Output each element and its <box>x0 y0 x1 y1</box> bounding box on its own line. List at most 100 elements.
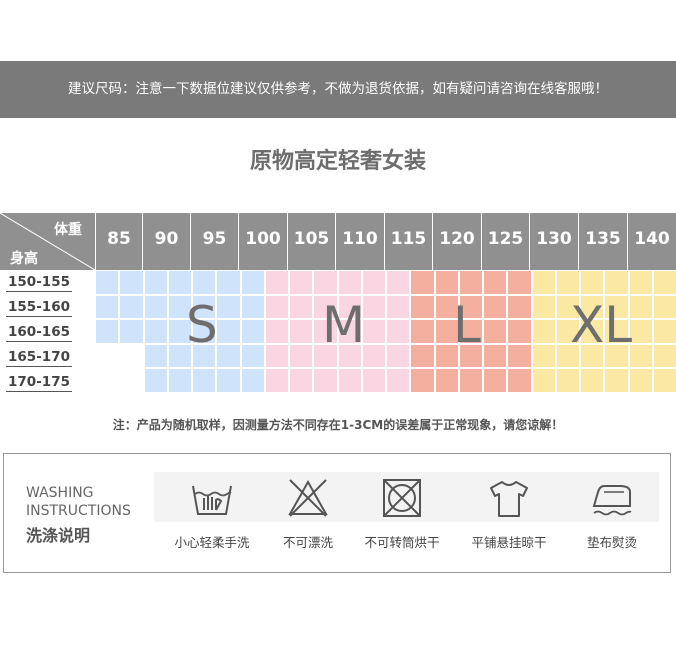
size-cell <box>361 294 386 319</box>
size-cell <box>240 368 265 393</box>
size-cell <box>289 343 314 368</box>
size-cell <box>652 319 676 344</box>
size-cell <box>434 368 459 393</box>
size-cell <box>483 294 508 319</box>
hand-wash-icon <box>192 485 232 515</box>
size-cell <box>216 343 241 368</box>
size-cell <box>313 270 338 295</box>
size-cell <box>143 368 168 393</box>
size-label-s: S <box>186 296 218 354</box>
weight-header-cell: 90 <box>142 213 190 270</box>
size-cell <box>289 294 314 319</box>
size-cell <box>119 294 144 319</box>
size-cell <box>386 270 411 295</box>
size-cell <box>143 294 168 319</box>
size-cell <box>240 319 265 344</box>
size-cell <box>337 368 362 393</box>
size-cell <box>458 368 483 393</box>
size-cell <box>652 368 676 393</box>
size-cell <box>628 319 653 344</box>
size-cell <box>289 368 314 393</box>
size-cell <box>434 270 459 295</box>
size-cell <box>192 270 217 295</box>
wash-label-no-tumble: 不可转筒烘干 <box>364 535 440 550</box>
wash-label-hand: 小心轻柔手洗 <box>174 535 250 550</box>
size-cell <box>361 319 386 344</box>
size-cell <box>192 368 217 393</box>
size-cell <box>337 270 362 295</box>
size-cell <box>483 368 508 393</box>
size-cell <box>628 368 653 393</box>
weight-header-cell: 130 <box>529 213 578 270</box>
height-row-label: 160-165 <box>6 323 72 342</box>
height-row-label: 155-160 <box>6 298 72 317</box>
size-cell <box>531 319 556 344</box>
size-cell <box>361 270 386 295</box>
washing-title-cn: 洗涤说明 <box>26 526 91 545</box>
size-cell <box>580 270 605 295</box>
height-row-label: 150-155 <box>6 273 72 292</box>
no-bleach-icon <box>288 479 328 517</box>
washing-instructions: WASHING INSTRUCTIONS 洗涤说明 小心轻柔手洗 不可漂洗 不可… <box>3 453 671 573</box>
size-cell <box>483 270 508 295</box>
size-cell <box>216 319 241 344</box>
size-cell <box>264 294 289 319</box>
size-cell <box>507 319 532 344</box>
measurement-note: 注：产品为随机取样，因测量方法不同存在1-3CM的误差属于正常现象，请您谅解！ <box>112 418 564 432</box>
size-cell <box>119 270 144 295</box>
size-cell <box>264 343 289 368</box>
size-cell <box>652 294 676 319</box>
weight-header-cell: 135 <box>578 213 627 270</box>
iron-with-cloth-icon <box>592 485 632 516</box>
weight-header-cell: 140 <box>627 213 676 270</box>
height-label: 身高 <box>10 251 38 267</box>
size-cell <box>167 270 192 295</box>
size-cell <box>531 294 556 319</box>
size-cell <box>410 270 435 295</box>
size-cell <box>119 319 144 344</box>
weight-label: 体重 <box>54 222 82 238</box>
size-cell <box>313 368 338 393</box>
weight-header-cell: 105 <box>287 213 335 270</box>
size-cell <box>386 343 411 368</box>
size-cell <box>555 270 580 295</box>
size-cell <box>483 319 508 344</box>
size-cell <box>143 343 168 368</box>
size-cell <box>628 294 653 319</box>
table-corner: 体重 身高 <box>0 213 95 270</box>
size-cell <box>289 270 314 295</box>
size-cell <box>386 368 411 393</box>
size-cell <box>507 294 532 319</box>
size-cell <box>458 270 483 295</box>
size-cell <box>483 343 508 368</box>
size-cell <box>143 319 168 344</box>
size-cell <box>410 294 435 319</box>
size-cell <box>240 343 265 368</box>
weight-header-cell: 95 <box>190 213 238 270</box>
size-cell <box>386 319 411 344</box>
size-cell <box>95 319 120 344</box>
weight-header-cell: 115 <box>384 213 432 270</box>
size-label-xl: XL <box>570 296 633 354</box>
size-cell <box>580 368 605 393</box>
size-cell <box>628 343 653 368</box>
weight-header-cell: 100 <box>238 213 287 270</box>
size-cell <box>604 368 629 393</box>
size-cell <box>507 343 532 368</box>
weight-header-row: 体重 身高 85 90 95 100 105 110 115 120 125 130 135 140 <box>0 213 676 270</box>
size-cell <box>216 368 241 393</box>
height-row-label: 165-170 <box>6 348 72 367</box>
size-cell <box>531 343 556 368</box>
size-cell <box>216 270 241 295</box>
weight-header-cell: 110 <box>335 213 384 270</box>
size-cell <box>143 270 168 295</box>
weight-header-cell: 125 <box>481 213 529 270</box>
size-cell <box>240 270 265 295</box>
size-cell <box>531 368 556 393</box>
washing-title-en-1: WASHING <box>26 485 94 501</box>
size-cell <box>410 343 435 368</box>
hang-dry-icon <box>490 481 528 517</box>
page-title: 原物高定轻奢女装 <box>249 149 426 174</box>
size-cell <box>264 270 289 295</box>
size-cell <box>361 368 386 393</box>
